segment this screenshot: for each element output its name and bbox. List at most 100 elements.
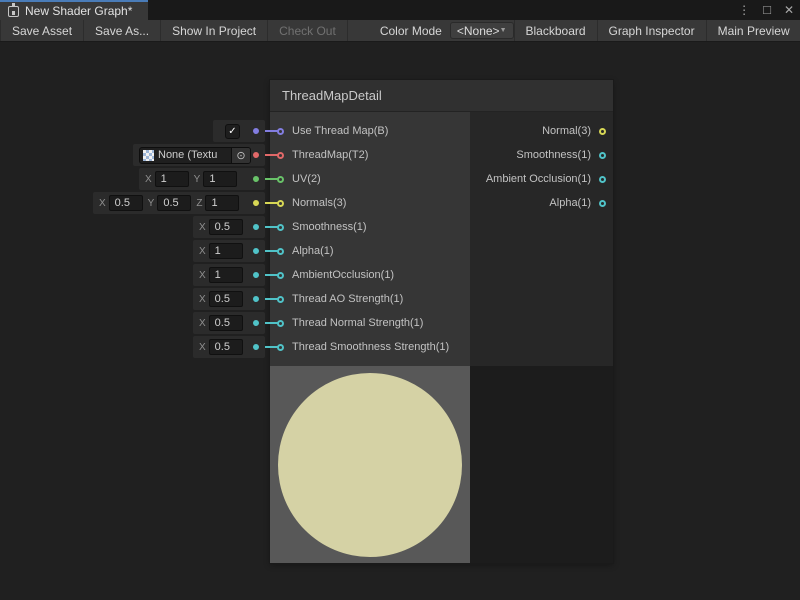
axis-label-x: X [199, 222, 206, 233]
main-preview-toggle-button[interactable]: Main Preview [707, 20, 800, 41]
maximize-icon[interactable]: □ [763, 3, 771, 16]
input-port-label: Thread Smoothness Strength(1) [292, 341, 449, 353]
axis-label-x: X [145, 174, 152, 185]
output-row-ambient-occlusion: Ambient Occlusion(1) [470, 167, 613, 191]
input-port-label: Normals(3) [292, 197, 346, 209]
port-wire [263, 322, 279, 324]
thread-smoothness-strength-widget: X 0.5 [193, 336, 265, 358]
normals-widget: X 0.5 Y 0.5 Z 1 [93, 192, 265, 214]
uv-x-field[interactable]: 1 [155, 171, 189, 187]
alpha-widget: X 1 [193, 240, 265, 262]
save-as-button[interactable]: Save As... [84, 20, 161, 41]
graph-inspector-toggle-button[interactable]: Graph Inspector [598, 20, 707, 41]
threadmap-widget: None (Textu ⊙ [133, 144, 265, 166]
input-port-label: Smoothness(1) [292, 221, 367, 233]
color-mode-label: Color Mode [372, 20, 450, 41]
tab-title: New Shader Graph* [25, 4, 132, 18]
graph-canvas[interactable]: ThreadMapDetail Use Thread Map(B) Thread… [0, 42, 800, 600]
window-controls: ⋮ □ ✕ [738, 0, 794, 20]
input-row-thread-normal-strength: Thread Normal Strength(1) [270, 311, 470, 335]
output-port[interactable] [599, 200, 606, 207]
output-port-label: Smoothness(1) [516, 149, 591, 161]
thread-ao-strength-widget: X 0.5 [193, 288, 265, 310]
thread-normal-strength-x-field[interactable]: 0.5 [209, 315, 243, 331]
axis-label-x: X [199, 294, 206, 305]
save-asset-button[interactable]: Save Asset [0, 20, 84, 41]
input-row-normals: Normals(3) [270, 191, 470, 215]
node-preview [270, 366, 470, 563]
input-row-use-thread-map: Use Thread Map(B) [270, 119, 470, 143]
close-icon[interactable]: ✕ [784, 4, 794, 16]
output-port-label: Alpha(1) [549, 197, 591, 209]
port-stub-dot [253, 272, 259, 278]
normals-x-field[interactable]: 0.5 [109, 195, 143, 211]
texture-thumbnail-icon [143, 150, 154, 161]
port-stub-dot [253, 200, 259, 206]
smoothness-x-field[interactable]: 0.5 [209, 219, 243, 235]
output-port[interactable] [599, 128, 606, 135]
thread-ao-strength-x-field[interactable]: 0.5 [209, 291, 243, 307]
ambientocclusion-x-field[interactable]: 1 [209, 267, 243, 283]
color-mode-value: <None> [457, 24, 500, 38]
input-port-label: Thread AO Strength(1) [292, 293, 403, 305]
chevron-down-icon: ▼ [500, 27, 507, 34]
input-row-smoothness: Smoothness(1) [270, 215, 470, 239]
blackboard-toggle-button[interactable]: Blackboard [514, 20, 598, 41]
axis-label-x: X [99, 198, 106, 209]
uv-y-field[interactable]: 1 [203, 171, 237, 187]
alpha-x-field[interactable]: 1 [209, 243, 243, 259]
port-stub-dot [253, 248, 259, 254]
input-port-label: Thread Normal Strength(1) [292, 317, 423, 329]
port-stub-dot [253, 320, 259, 326]
port-wire [263, 346, 279, 348]
input-row-thread-ao-strength: Thread AO Strength(1) [270, 287, 470, 311]
smoothness-widget: X 0.5 [193, 216, 265, 238]
object-picker-button[interactable]: ⊙ [231, 148, 250, 163]
kebab-menu-icon[interactable]: ⋮ [738, 4, 750, 16]
port-stub-dot [253, 176, 259, 182]
axis-label-x: X [199, 270, 206, 281]
normals-y-field[interactable]: 0.5 [157, 195, 191, 211]
input-port-label: ThreadMap(T2) [292, 149, 368, 161]
axis-label-x: X [199, 318, 206, 329]
output-port-label: Normal(3) [542, 125, 591, 137]
check-out-button: Check Out [268, 20, 348, 41]
input-port-label: UV(2) [292, 173, 321, 185]
port-stub-dot [253, 152, 259, 158]
port-wire [263, 130, 279, 132]
port-wire [263, 178, 279, 180]
preview-sphere [278, 373, 462, 557]
input-row-uv: UV(2) [270, 167, 470, 191]
normals-z-field[interactable]: 1 [205, 195, 239, 211]
thread-normal-strength-widget: X 0.5 [193, 312, 265, 334]
thread-smoothness-strength-x-field[interactable]: 0.5 [209, 339, 243, 355]
input-port-label: Alpha(1) [292, 245, 334, 257]
color-mode-dropdown[interactable]: <None> ▼ [450, 22, 514, 39]
tab-new-shader-graph[interactable]: New Shader Graph* [0, 0, 148, 20]
port-wire [263, 250, 279, 252]
show-in-project-button[interactable]: Show In Project [161, 20, 268, 41]
node-port-area: Use Thread Map(B) ThreadMap(T2) UV(2) No… [270, 112, 613, 366]
node-threadmapdetail[interactable]: ThreadMapDetail Use Thread Map(B) Thread… [270, 80, 613, 563]
shader-graph-toolbar: Save Asset Save As... Show In Project Ch… [0, 20, 800, 42]
node-preview-section [270, 366, 613, 563]
threadmap-object-value: None (Textu [158, 149, 231, 161]
input-row-alpha: Alpha(1) [270, 239, 470, 263]
port-stub-dot [253, 224, 259, 230]
node-input-column: Use Thread Map(B) ThreadMap(T2) UV(2) No… [270, 112, 470, 366]
toolbar-right-group: Blackboard Graph Inspector Main Preview [514, 20, 800, 41]
use-thread-map-widget: ✓ [213, 120, 265, 142]
node-title-bar[interactable]: ThreadMapDetail [270, 80, 613, 112]
output-port[interactable] [599, 176, 606, 183]
node-title: ThreadMapDetail [282, 88, 382, 103]
output-port[interactable] [599, 152, 606, 159]
output-port-label: Ambient Occlusion(1) [486, 173, 591, 185]
use-thread-map-checkbox[interactable]: ✓ [225, 124, 240, 139]
window-tab-bar: New Shader Graph* ⋮ □ ✕ [0, 0, 800, 20]
port-wire [263, 298, 279, 300]
output-row-normal: Normal(3) [470, 119, 613, 143]
axis-label-y: Y [148, 198, 155, 209]
threadmap-object-field[interactable]: None (Textu ⊙ [139, 147, 251, 164]
input-row-thread-smoothness-strength: Thread Smoothness Strength(1) [270, 335, 470, 359]
input-row-threadmap: ThreadMap(T2) [270, 143, 470, 167]
